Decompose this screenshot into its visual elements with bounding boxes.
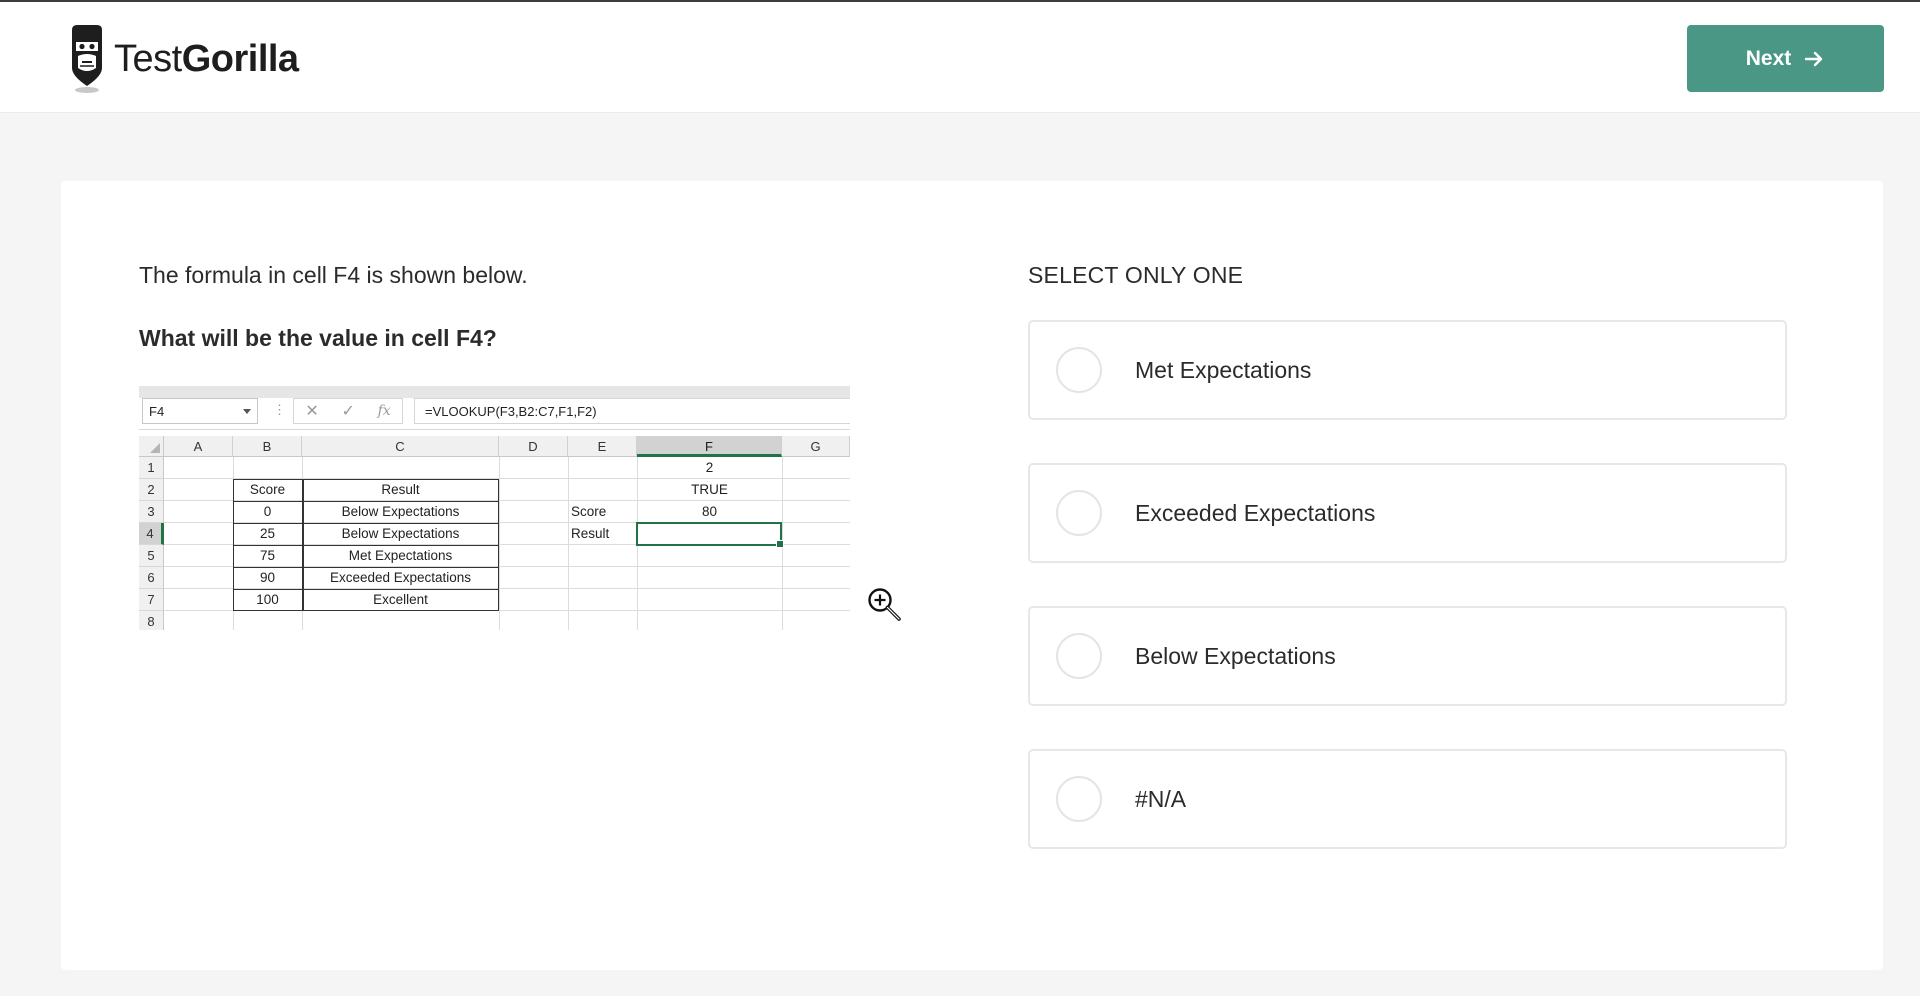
function-icon: fx — [377, 403, 391, 419]
next-button-label: Next — [1745, 46, 1792, 70]
column-header-b: B — [233, 436, 302, 457]
cell-c5: Met Expectations — [348, 548, 453, 563]
check-icon: ✓ — [341, 403, 355, 420]
cell-b6: 90 — [259, 570, 276, 585]
answer-option-na[interactable]: #N/A — [1028, 749, 1787, 849]
top-header: TestGorilla Next — [0, 0, 1920, 113]
cell-c6: Exceeded Expectations — [329, 570, 472, 585]
cell-b4: 25 — [259, 526, 276, 541]
logo-text: TestGorilla — [114, 40, 299, 78]
cell-b5: 75 — [259, 548, 276, 563]
zoom-in-icon[interactable] — [866, 586, 902, 622]
cell-c4: Below Expectations — [341, 526, 460, 541]
logo-text-bold: Gorilla — [181, 38, 299, 80]
answer-option-exceeded-expectations[interactable]: Exceeded Expectations — [1028, 463, 1787, 563]
radio-button[interactable] — [1056, 633, 1102, 679]
row-header-4: 4 — [139, 523, 164, 545]
cancel-icon: ✕ — [305, 403, 319, 420]
answer-option-label: Exceeded Expectations — [1135, 499, 1376, 526]
select-instruction: SELECT ONLY ONE — [1028, 262, 1244, 288]
cell-b7: 100 — [256, 592, 279, 607]
cell-b3: 0 — [263, 504, 272, 519]
column-header-d: D — [499, 436, 568, 457]
answer-option-label: #N/A — [1135, 785, 1187, 812]
spreadsheet-image: F4 ⋮ ✕ ✓ fx =VLOOKUP(F3,B2:C7,F1,F2) A B… — [139, 386, 850, 630]
formula-bar-buttons: ✕ ✓ fx — [293, 398, 403, 424]
row-header-1: 1 — [139, 457, 164, 479]
question-intro: The formula in cell F4 is shown below. — [139, 262, 528, 288]
arrow-right-icon — [1805, 51, 1823, 66]
gorilla-logo-icon — [72, 25, 102, 93]
testgorilla-logo: TestGorilla — [68, 24, 299, 94]
more-icon: ⋮ — [273, 402, 286, 417]
row-header-8: 8 — [139, 611, 164, 630]
column-header-a: A — [164, 436, 233, 457]
logo-text-light: Test — [114, 38, 182, 80]
cell-e3: Score — [571, 504, 607, 519]
column-header-f: F — [637, 436, 782, 457]
select-all-corner — [139, 436, 164, 457]
cell-c3: Below Expectations — [341, 504, 460, 519]
cell-f3: 80 — [701, 504, 718, 519]
answer-option-below-expectations[interactable]: Below Expectations — [1028, 606, 1787, 706]
row-header-7: 7 — [139, 589, 164, 611]
cell-e4: Result — [571, 526, 610, 541]
row-header-6: 6 — [139, 567, 164, 589]
column-header-e: E — [568, 436, 637, 457]
sheet-topbar — [139, 386, 850, 398]
column-header-g: G — [782, 436, 850, 457]
radio-button[interactable] — [1056, 490, 1102, 536]
cell-b2: Score — [249, 482, 286, 497]
formula-text: =VLOOKUP(F3,B2:C7,F1,F2) — [414, 398, 850, 424]
row-header-3: 3 — [139, 501, 164, 523]
name-box-value: F4 — [149, 404, 165, 419]
question-prompt: What will be the value in cell F4? — [139, 325, 497, 351]
answer-option-label: Below Expectations — [1135, 642, 1336, 669]
answer-option-met-expectations[interactable]: Met Expectations — [1028, 320, 1787, 420]
answer-option-label: Met Expectations — [1135, 356, 1312, 383]
cell-c2: Result — [381, 482, 420, 497]
cell-f1: 2 — [705, 460, 714, 475]
column-header-c: C — [302, 436, 499, 457]
row-header-2: 2 — [139, 479, 164, 501]
radio-button[interactable] — [1056, 776, 1102, 822]
chevron-down-icon — [243, 409, 251, 414]
cell-c7: Excellent — [373, 592, 428, 607]
cell-f2: TRUE — [691, 482, 728, 497]
row-header-5: 5 — [139, 545, 164, 567]
name-box: F4 — [142, 398, 258, 424]
active-cell-f4 — [636, 522, 784, 548]
next-button[interactable]: Next — [1687, 25, 1884, 92]
radio-button[interactable] — [1056, 347, 1102, 393]
